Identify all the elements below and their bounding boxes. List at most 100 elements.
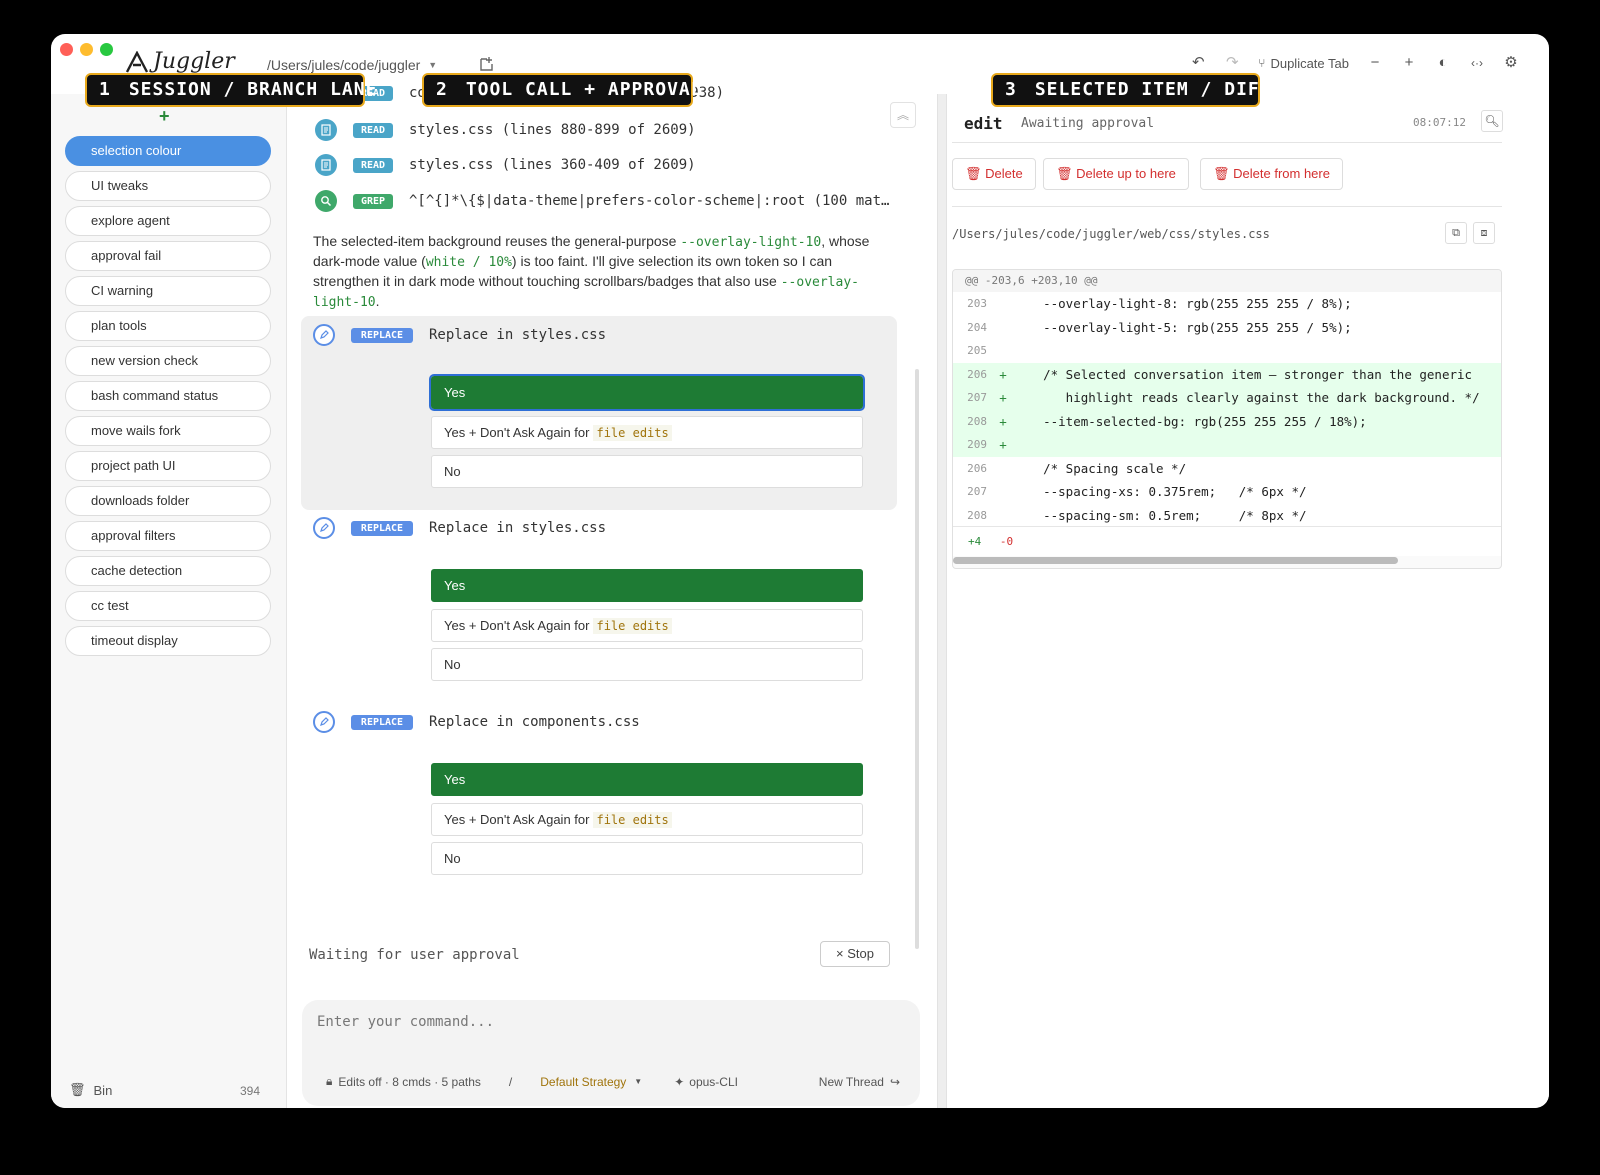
code-text: /* Selected conversation item — stronger…: [1013, 366, 1473, 382]
session-item[interactable]: approval fail: [65, 241, 271, 271]
reject-button[interactable]: No: [431, 648, 863, 681]
diff-line: 206 /* Spacing scale */: [953, 456, 1501, 480]
delete-from-here-button[interactable]: 🗑 Delete from here: [1200, 158, 1343, 190]
diff-sign: [993, 316, 1013, 340]
tool-badge: READ: [353, 157, 393, 173]
message-text: The selected-item background reuses the …: [313, 233, 681, 249]
approval-title: Replace in components.css: [429, 714, 640, 730]
horizontal-scrollbar[interactable]: [953, 557, 1398, 564]
duplicate-tab-button[interactable]: ⑂ Duplicate Tab: [1258, 56, 1349, 71]
scroll-to-top-button[interactable]: ︽: [890, 102, 916, 128]
code-text: --overlay-light-8: rgb(255 255 255 / 8%)…: [1013, 296, 1352, 311]
choice-scope: file edits: [593, 812, 672, 828]
strategy-select[interactable]: Default Strategy: [540, 1075, 626, 1089]
inspect-button[interactable]: 🔍︎: [1481, 110, 1503, 132]
diff-sign: [993, 339, 1013, 363]
scrollbar[interactable]: [915, 369, 919, 949]
toolbar: ↶ ↷ ⑂ Duplicate Tab − + ◐ ‹·› ⚙: [1190, 55, 1519, 71]
approval-header: REPLACE Replace in components.css: [313, 711, 640, 733]
session-item[interactable]: new version check: [65, 346, 271, 376]
bin-button[interactable]: 🗑 Bin: [69, 1082, 112, 1098]
tool-row[interactable]: READ styles.css (lines 880-899 of 2609): [315, 119, 696, 141]
diff-line: 205: [953, 339, 1501, 363]
tool-row[interactable]: GREP ^[^{]*\{$|data-theme|prefers-color-…: [315, 190, 889, 212]
gear-icon[interactable]: ⚙: [1503, 55, 1519, 71]
tool-row[interactable]: READ styles.css (lines 360-409 of 2609): [315, 154, 696, 176]
approve-always-button[interactable]: Yes + Don't Ask Again for file edits: [431, 416, 863, 449]
open-file-button[interactable]: ⧈: [1473, 222, 1495, 244]
session-item[interactable]: approval filters: [65, 521, 271, 551]
line-number: 209: [967, 438, 987, 451]
theme-toggle-icon[interactable]: ◐: [1435, 55, 1451, 71]
code-view-icon[interactable]: ‹·›: [1469, 55, 1485, 71]
trash-icon: 🗑: [1213, 166, 1230, 181]
fork-icon: ⑂: [1258, 56, 1266, 70]
callout-label: SELECTED ITEM / DIFF: [1034, 79, 1272, 100]
session-item[interactable]: timeout display: [65, 626, 271, 656]
new-thread-button[interactable]: New Thread: [819, 1075, 884, 1089]
command-input[interactable]: Enter your command... 🔒︎ Edits off · 8 c…: [302, 1000, 920, 1106]
approval-block[interactable]: REPLACE Replace in components.css Yes Ye…: [301, 703, 897, 897]
delete-button[interactable]: 🗑 Delete: [952, 158, 1036, 190]
callout-label: SESSION / BRANCH LANE: [128, 79, 378, 100]
bin-count: 394: [239, 1084, 260, 1098]
code-text: --spacing-xs: 0.375rem; /* 6px */: [1013, 484, 1307, 499]
session-item[interactable]: bash command status: [65, 381, 271, 411]
session-item[interactable]: project path UI: [65, 451, 271, 481]
delete-up-to-here-button[interactable]: 🗑 Delete up to here: [1043, 158, 1189, 190]
session-item[interactable]: cc test: [65, 591, 271, 621]
tool-badge: REPLACE: [351, 327, 413, 343]
pane-divider[interactable]: [937, 94, 947, 1108]
new-tab-icon[interactable]: [478, 56, 494, 72]
redo-icon[interactable]: ↷: [1224, 55, 1240, 71]
session-item[interactable]: UI tweaks: [65, 171, 271, 201]
approval-block[interactable]: REPLACE Replace in styles.css Yes Yes + …: [301, 316, 897, 510]
diff-line: 207 --spacing-xs: 0.375rem; /* 6px */: [953, 480, 1501, 504]
line-number: 205: [967, 344, 987, 357]
approve-yes-button[interactable]: Yes: [429, 374, 865, 411]
session-item[interactable]: plan tools: [65, 311, 271, 341]
zoom-out-icon[interactable]: −: [1367, 55, 1383, 71]
approve-always-button[interactable]: Yes + Don't Ask Again for file edits: [431, 609, 863, 642]
choice-label: Yes + Don't Ask Again for: [444, 425, 590, 440]
diff-sign: [993, 480, 1013, 504]
reject-button[interactable]: No: [431, 842, 863, 875]
line-number: 206: [967, 367, 987, 381]
add-session-button[interactable]: +: [159, 106, 170, 127]
approve-yes-button[interactable]: Yes: [431, 763, 863, 796]
chevron-down-icon: ▼: [428, 60, 438, 70]
additions-count: +4: [968, 535, 982, 548]
session-item[interactable]: explore agent: [65, 206, 271, 236]
diff-view: @@ -203,6 +203,10 @@ 203 --overlay-light…: [952, 269, 1502, 569]
callout-tool-call: 2 TOOL CALL + APPROVAL: [422, 73, 702, 107]
line-number: 208: [967, 414, 987, 428]
session-item[interactable]: CI warning: [65, 276, 271, 306]
bin-label: Bin: [93, 1082, 113, 1098]
undo-icon[interactable]: ↶: [1190, 55, 1206, 71]
session-item[interactable]: selection colour: [65, 136, 271, 166]
zoom-window-button[interactable]: [100, 43, 113, 56]
approve-yes-button[interactable]: Yes: [431, 569, 863, 602]
chevron-up-icon: ︽: [896, 108, 909, 122]
minimize-window-button[interactable]: [80, 43, 93, 56]
zoom-in-icon[interactable]: +: [1401, 55, 1417, 71]
close-window-button[interactable]: [60, 43, 73, 56]
approval-block[interactable]: REPLACE Replace in styles.css Yes Yes + …: [301, 509, 897, 703]
model-select[interactable]: opus-CLI: [689, 1075, 738, 1089]
app-logo: Juggler: [125, 49, 235, 74]
code-text: --item-selected-bg: rgb(255 255 255 / 18…: [1013, 413, 1367, 429]
approval-title: Replace in styles.css: [429, 520, 607, 536]
session-item[interactable]: cache detection: [65, 556, 271, 586]
session-item[interactable]: downloads folder: [65, 486, 271, 516]
edit-file-icon: [313, 517, 335, 539]
stop-button[interactable]: × Stop: [820, 941, 890, 967]
assistant-message: The selected-item background reuses the …: [313, 232, 893, 312]
edits-info[interactable]: Edits off · 8 cmds · 5 paths: [338, 1075, 481, 1089]
project-path-selector[interactable]: /Users/jules/code/juggler ▼: [267, 57, 437, 73]
document-icon: [315, 154, 337, 176]
reject-button[interactable]: No: [431, 455, 863, 488]
copy-button[interactable]: ⧉: [1445, 222, 1467, 244]
approve-always-button[interactable]: Yes + Don't Ask Again for file edits: [431, 803, 863, 836]
session-item[interactable]: move wails fork: [65, 416, 271, 446]
detail-time: 08:07:12: [1413, 116, 1466, 129]
